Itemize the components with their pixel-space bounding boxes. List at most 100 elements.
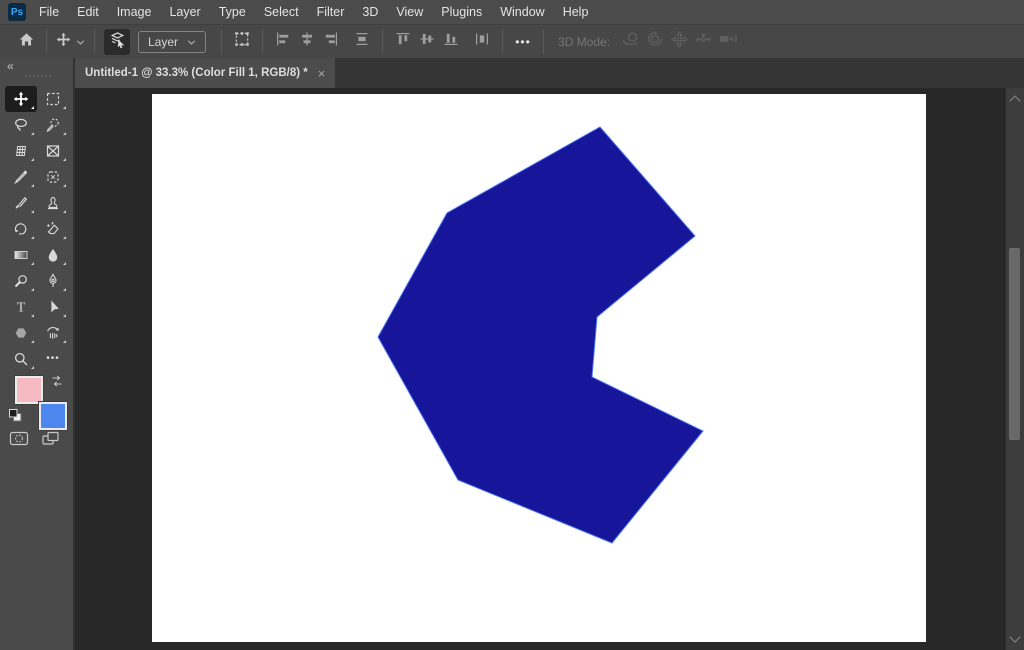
foreground-color-swatch[interactable] (15, 376, 43, 404)
close-tab-icon[interactable]: × (318, 67, 326, 80)
rotate-view-tool[interactable] (37, 320, 69, 346)
home-button[interactable] (15, 29, 37, 55)
clone-stamp-tool[interactable] (37, 190, 69, 216)
document-tab[interactable]: Untitled-1 @ 33.3% (Color Fill 1, RGB/8)… (75, 58, 335, 88)
chevron-down-icon (187, 35, 196, 49)
options-bar: Layer (0, 24, 1024, 58)
collapse-panel-button[interactable]: « (7, 60, 15, 72)
eyedropper-tool[interactable] (5, 164, 37, 190)
align-horizontal-centers-icon (299, 31, 315, 52)
distribute-horizontal-icon (474, 31, 490, 52)
tool-preset-button[interactable] (56, 29, 85, 55)
scroll-up-icon[interactable] (1009, 95, 1020, 106)
pen-tool[interactable] (37, 268, 69, 294)
menu-edit[interactable]: Edit (68, 0, 108, 24)
separator (382, 30, 383, 54)
3d-mode-label: 3D Mode: (558, 35, 610, 49)
healing-brush-tool[interactable] (37, 164, 69, 190)
document-canvas[interactable] (152, 94, 926, 642)
align-left-edges-button[interactable] (272, 29, 294, 55)
scroll-down-icon[interactable] (1009, 631, 1020, 642)
chevron-down-icon (76, 33, 85, 51)
transform-controls-icon (233, 30, 251, 53)
separator (543, 30, 544, 54)
tool-panel: « (0, 58, 75, 650)
menu-help[interactable]: Help (554, 0, 598, 24)
background-color-swatch[interactable] (39, 402, 67, 430)
blur-tool[interactable] (37, 242, 69, 268)
history-brush-tool[interactable] (5, 216, 37, 242)
frame-tool[interactable] (37, 138, 69, 164)
3d-pan-button[interactable] (668, 29, 690, 55)
svg-text:T: T (17, 301, 26, 316)
menu-filter[interactable]: Filter (308, 0, 354, 24)
menu-bar: Ps File Edit Image Layer Type Select Fil… (0, 0, 1024, 24)
menu-file[interactable]: File (30, 0, 68, 24)
photoshop-window: Ps File Edit Image Layer Type Select Fil… (0, 0, 1024, 650)
swap-colors-icon[interactable] (50, 374, 64, 392)
scrollbar-thumb[interactable] (1009, 248, 1020, 440)
target-dropdown-value: Layer (148, 35, 178, 49)
separator (262, 30, 263, 54)
auto-select-layers-icon (109, 31, 126, 53)
menu-plugins[interactable]: Plugins (432, 0, 491, 24)
menu-type[interactable]: Type (210, 0, 255, 24)
document-tab-bar: Untitled-1 @ 33.3% (Color Fill 1, RGB/8)… (75, 58, 1024, 88)
menu-image[interactable]: Image (108, 0, 161, 24)
auto-select-toggle[interactable] (104, 29, 130, 55)
menu-window[interactable]: Window (491, 0, 553, 24)
align-horizontal-centers-button[interactable] (296, 29, 318, 55)
align-top-edges-button[interactable] (392, 29, 414, 55)
3d-slide-icon (695, 31, 712, 53)
align-right-edges-button[interactable] (320, 29, 342, 55)
path-selection-tool[interactable] (37, 294, 69, 320)
screen-mode-button[interactable] (41, 430, 61, 452)
3d-roll-button[interactable] (644, 29, 666, 55)
zoom-tool[interactable] (5, 346, 37, 372)
photoshop-logo: Ps (8, 3, 26, 21)
tools-grid: T ••• (5, 86, 69, 372)
3d-roll-icon (646, 30, 664, 53)
lasso-tool[interactable] (5, 112, 37, 138)
ellipsis-icon: ••• (46, 354, 60, 364)
menu-view[interactable]: View (387, 0, 432, 24)
distribute-horizontal-centers-button[interactable] (471, 29, 493, 55)
gradient-tool[interactable] (5, 242, 37, 268)
separator (46, 30, 47, 54)
3d-slide-button[interactable] (692, 29, 714, 55)
3d-orbit-button[interactable] (620, 29, 642, 55)
perspective-crop-tool[interactable] (5, 138, 37, 164)
align-vertical-centers-icon (419, 31, 435, 52)
menu-layer[interactable]: Layer (160, 0, 209, 24)
align-vertical-centers-button[interactable] (416, 29, 438, 55)
separator (502, 30, 503, 54)
default-colors-icon[interactable] (8, 408, 23, 428)
distribute-vertical-centers-button[interactable] (351, 29, 373, 55)
align-bottom-edges-button[interactable] (440, 29, 462, 55)
show-transform-controls-toggle[interactable] (231, 29, 253, 55)
quick-selection-tool[interactable] (37, 112, 69, 138)
more-align-options-button[interactable]: ••• (512, 29, 534, 55)
type-tool[interactable]: T (5, 294, 37, 320)
quick-mask-mode-button[interactable] (9, 430, 29, 452)
brush-tool[interactable] (5, 190, 37, 216)
rectangular-marquee-tool[interactable] (37, 86, 69, 112)
menu-3d[interactable]: 3D (353, 0, 387, 24)
align-left-icon (275, 31, 291, 52)
separator (94, 30, 95, 54)
edit-toolbar-button[interactable]: ••• (37, 346, 69, 372)
eraser-tool[interactable] (37, 216, 69, 242)
move-tool[interactable] (5, 86, 37, 112)
canvas-shape (378, 127, 703, 543)
panel-drag-handle[interactable] (25, 75, 51, 77)
move-icon (56, 32, 71, 52)
auto-select-target-dropdown[interactable]: Layer (138, 31, 206, 53)
3d-camera-button[interactable] (716, 29, 738, 55)
align-bottom-icon (443, 31, 459, 52)
shape-tool[interactable] (5, 320, 37, 346)
ellipsis-icon: ••• (515, 36, 531, 48)
align-right-icon (323, 31, 339, 52)
vertical-scrollbar[interactable] (1005, 88, 1024, 650)
dodge-tool[interactable] (5, 268, 37, 294)
menu-select[interactable]: Select (255, 0, 308, 24)
